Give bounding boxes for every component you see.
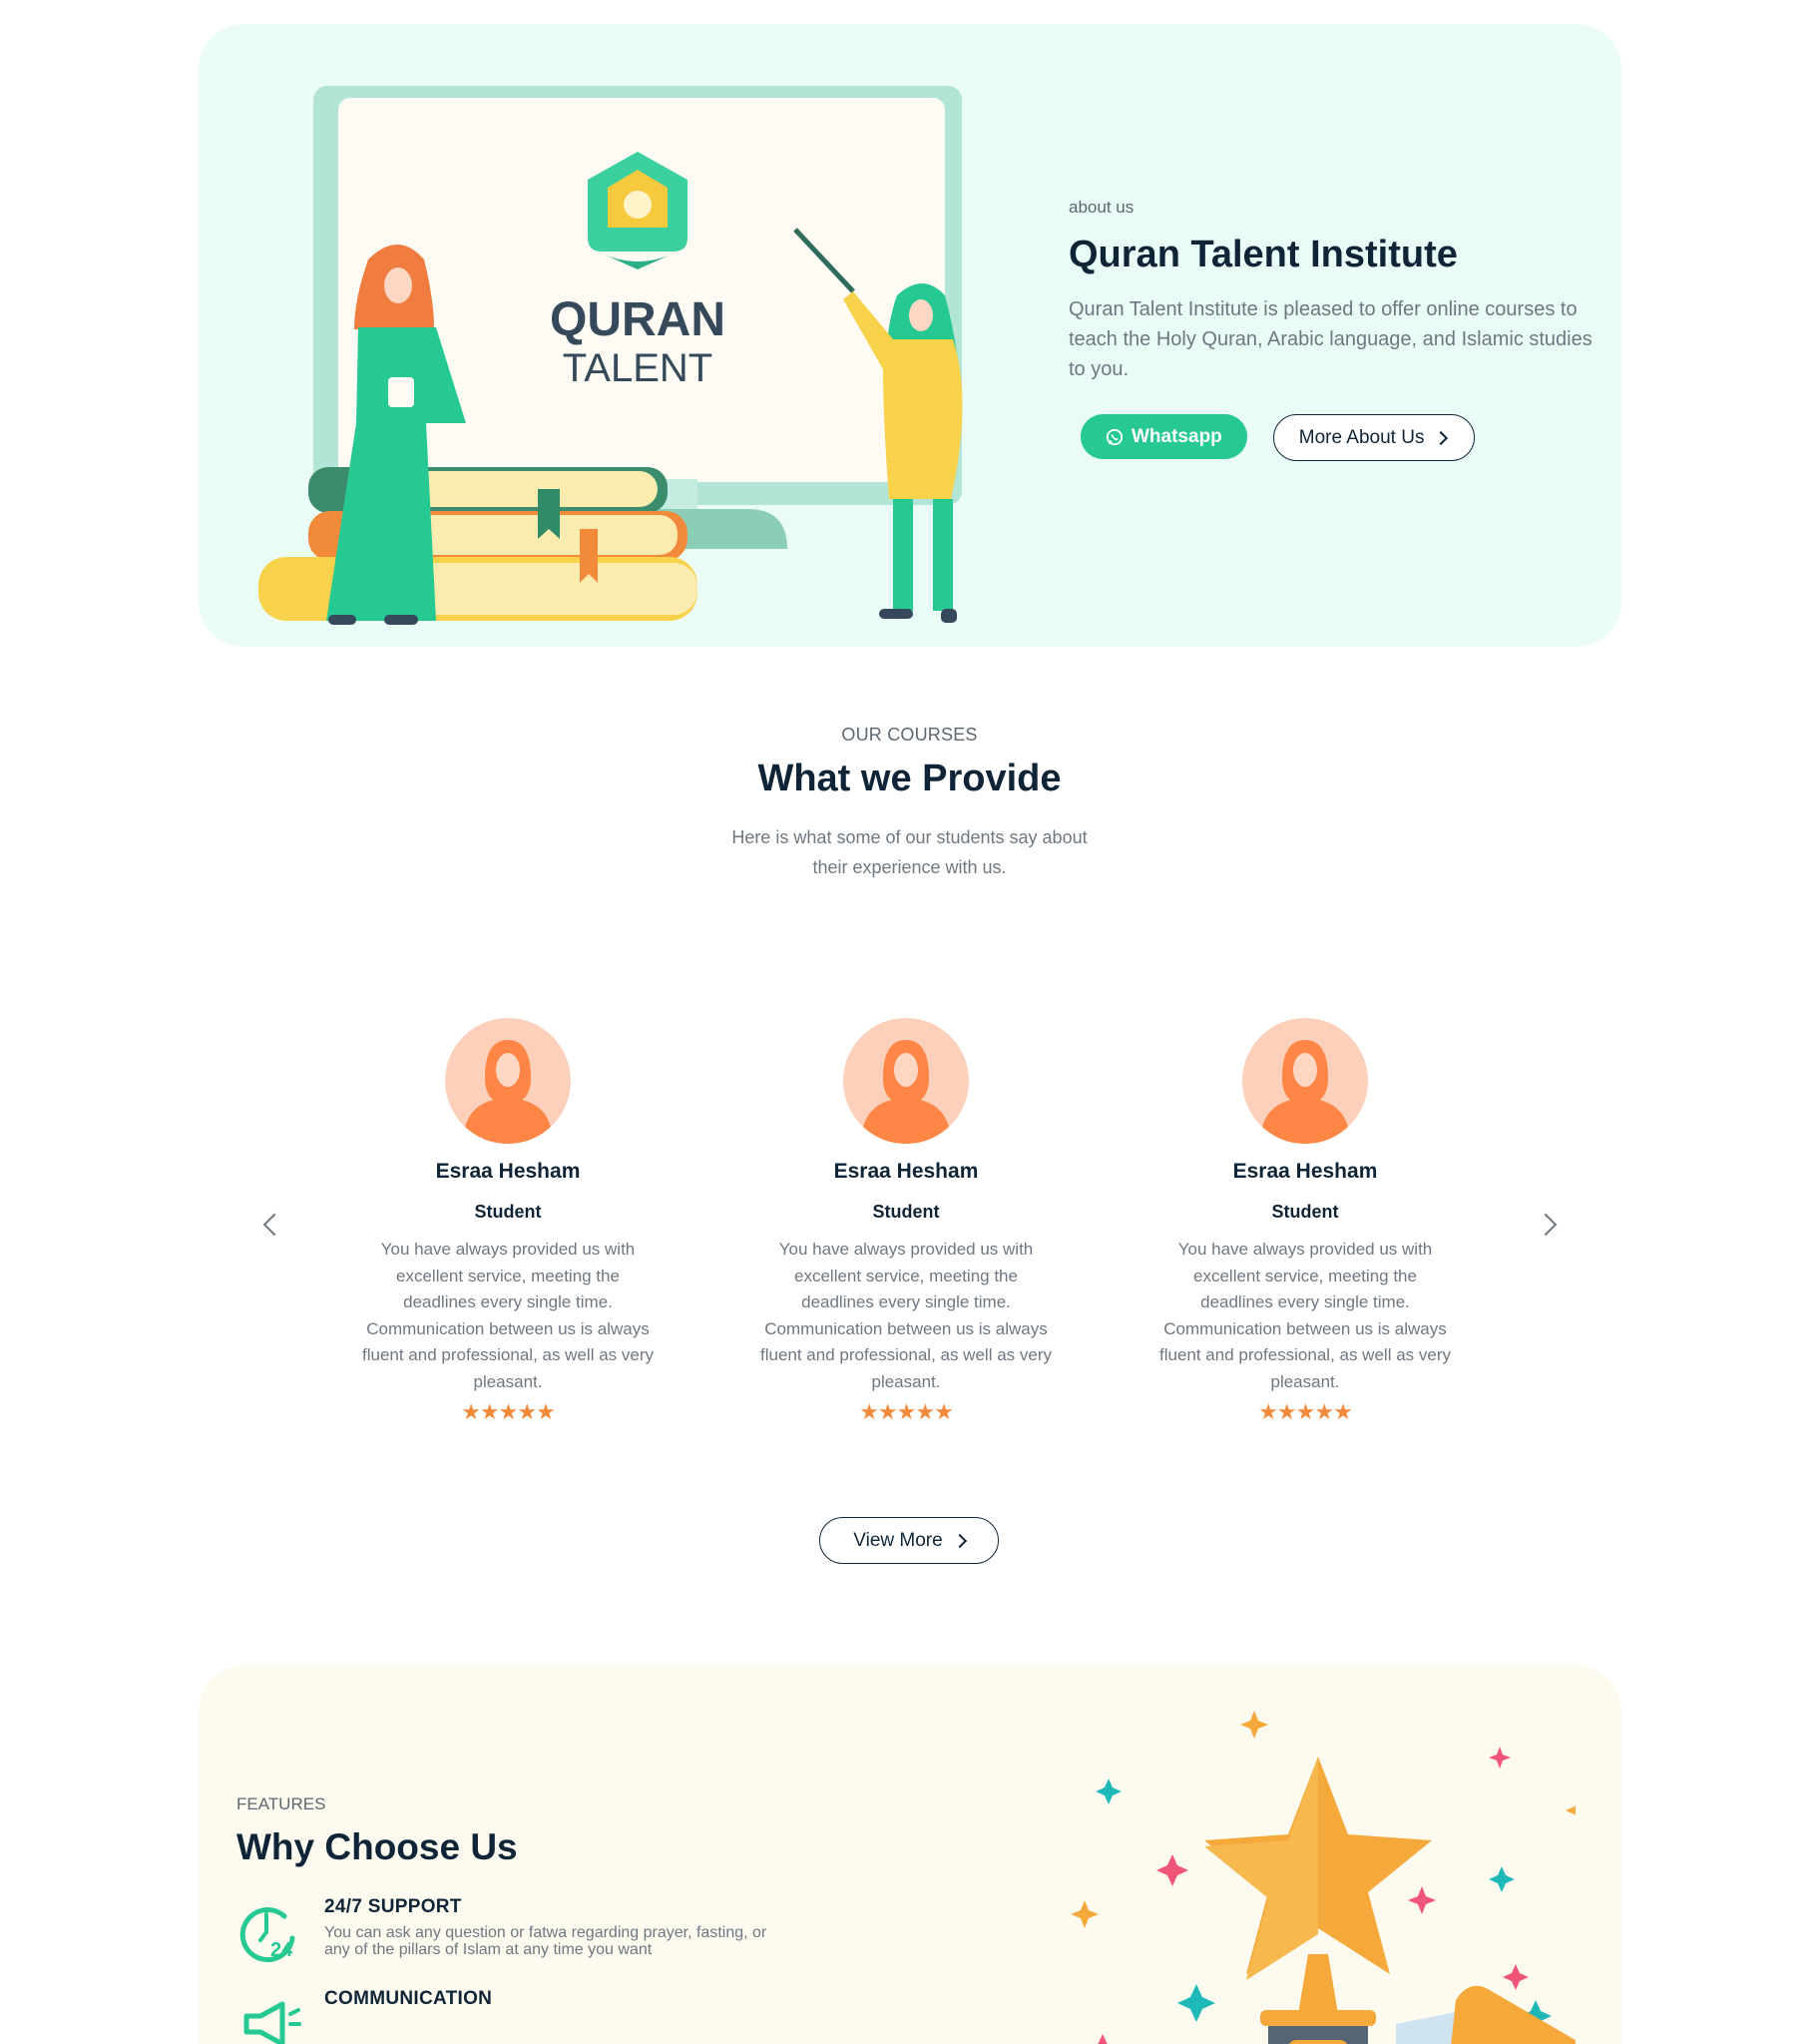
testimonial-card: Esraa Hesham Student You have always pro… xyxy=(348,1018,668,1425)
star-rating: ★★★★★ xyxy=(859,1399,954,1424)
testimonial-role: Student xyxy=(474,1202,542,1222)
avatar xyxy=(843,1018,969,1144)
testimonial-card: Esraa Hesham Student You have always pro… xyxy=(746,1018,1066,1425)
svg-text:24: 24 xyxy=(270,1939,293,1961)
features-section: FEATURES Why Choose Us 24 24/7 SUPPORT Y… xyxy=(199,1665,1621,2044)
carousel-prev-button[interactable] xyxy=(259,1210,289,1240)
avatar xyxy=(1242,1018,1368,1144)
about-illustration: QURAN TALENT xyxy=(258,86,963,625)
testimonial-text: You have always provided us with excelle… xyxy=(362,1240,654,1391)
testimonial-text: You have always provided us with excelle… xyxy=(1159,1240,1451,1391)
chevron-right-icon xyxy=(1534,1213,1558,1237)
about-text-block: about us Quran Talent Institute Quran Ta… xyxy=(1069,198,1597,461)
star-rating: ★★★★★ xyxy=(1258,1399,1353,1424)
user-avatar-icon xyxy=(463,1040,553,1144)
whatsapp-label: Whatsapp xyxy=(1132,425,1222,447)
features-eyebrow: FEATURES xyxy=(236,1794,326,1813)
whatsapp-button[interactable]: Whatsapp xyxy=(1081,414,1247,459)
courses-subtitle: Here is what some of our students say ab… xyxy=(731,827,1088,877)
courses-title: What we Provide xyxy=(757,758,1062,799)
chevron-left-icon xyxy=(262,1213,286,1237)
feature-item-support: 24 24/7 SUPPORT You can ask any question… xyxy=(236,1896,775,1966)
logo-text-talent: TALENT xyxy=(563,346,712,390)
carousel-next-button[interactable] xyxy=(1531,1210,1561,1240)
star-rating: ★★★★★ xyxy=(461,1399,556,1424)
courses-header: OUR COURSES What we Provide Here is what… xyxy=(0,725,1819,882)
testimonial-name: Esraa Hesham xyxy=(435,1160,581,1183)
courses-eyebrow: OUR COURSES xyxy=(841,725,978,745)
user-avatar-icon xyxy=(861,1040,951,1144)
trophy-illustration xyxy=(1071,1711,1576,2044)
megaphone-icon xyxy=(243,2001,301,2044)
feature-item-communication: COMMUNICATION xyxy=(236,1988,775,2044)
testimonial-role: Student xyxy=(1271,1202,1339,1222)
about-description: Quran Talent Institute is pleased to off… xyxy=(1069,298,1592,380)
feature-description: You can ask any question or fatwa regard… xyxy=(324,1924,767,1958)
view-more-button[interactable]: View More xyxy=(819,1517,999,1564)
testimonial-text: You have always provided us with excelle… xyxy=(760,1240,1052,1391)
feature-item-body: 24/7 SUPPORT You can ask any question or… xyxy=(324,1896,775,1958)
testimonial-name: Esraa Hesham xyxy=(1232,1160,1378,1183)
more-about-us-label: More About Us xyxy=(1298,426,1425,448)
avatar xyxy=(445,1018,571,1144)
clock-24-icon: 24 xyxy=(239,1907,295,1963)
chevron-right-icon xyxy=(952,1533,967,1548)
logo-text-quran: QURAN xyxy=(550,293,725,346)
testimonial-card: Esraa Hesham Student You have always pro… xyxy=(1145,1018,1465,1425)
feature-item-body: COMMUNICATION xyxy=(324,1988,492,2016)
user-avatar-icon xyxy=(1260,1040,1350,1144)
about-title: Quran Talent Institute xyxy=(1069,234,1458,275)
chevron-right-icon xyxy=(1434,430,1449,445)
more-about-us-button[interactable]: More About Us xyxy=(1272,414,1476,461)
testimonial-name: Esraa Hesham xyxy=(833,1160,979,1183)
about-buttons: Whatsapp More About Us xyxy=(1081,414,1597,461)
view-more-label: View More xyxy=(853,1529,943,1551)
about-section: QURAN TALENT about us Quran Talent Insti… xyxy=(199,24,1621,647)
features-title: Why Choose Us xyxy=(236,1826,518,1867)
testimonial-role: Student xyxy=(872,1202,940,1222)
feature-title: 24/7 SUPPORT xyxy=(324,1896,462,1917)
feature-title: COMMUNICATION xyxy=(324,1988,493,2009)
features-text-block: FEATURES Why Choose Us 24 24/7 SUPPORT Y… xyxy=(236,1794,775,2044)
about-eyebrow: about us xyxy=(1069,198,1135,217)
whatsapp-icon xyxy=(1106,428,1124,445)
